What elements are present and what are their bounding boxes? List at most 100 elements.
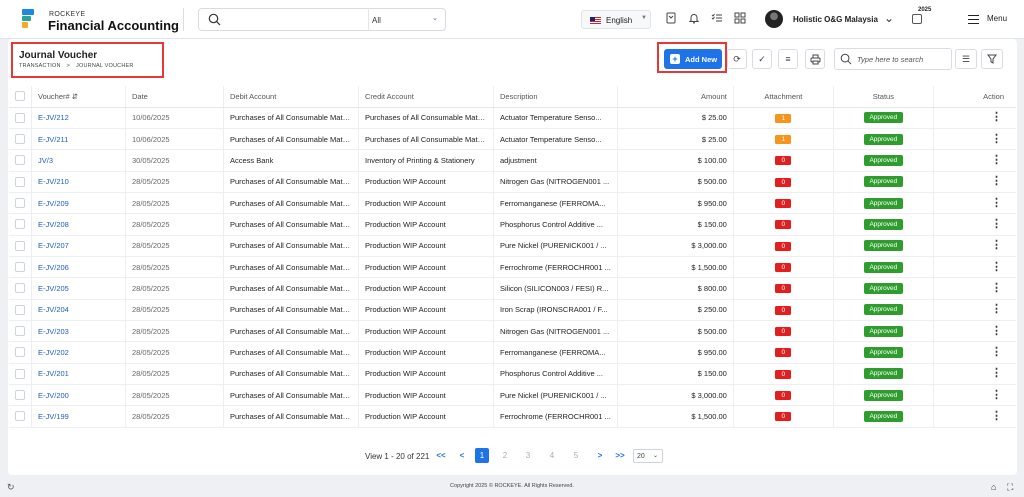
row-checkbox[interactable] — [15, 262, 25, 273]
table-row[interactable]: E-JV/206 28/05/2025 Purchases of All Consu… — [9, 256, 1016, 279]
task-list-icon[interactable] — [710, 12, 724, 26]
header-amount[interactable]: Amount — [617, 86, 734, 108]
search-scope-select[interactable]: All — [372, 16, 381, 25]
table-row[interactable]: E-JV/205 28/05/2025 Purchases of All Consu… — [9, 277, 1016, 300]
last-page-button[interactable]: >> — [613, 448, 627, 463]
header-status[interactable]: Status — [833, 86, 934, 108]
attachment-count-badge[interactable]: 0 — [775, 327, 792, 337]
voucher-number-link[interactable]: E-JV/206 — [31, 256, 126, 279]
voucher-number-link[interactable]: JV/3 — [31, 149, 126, 172]
voucher-number-link[interactable]: E-JV/210 — [31, 171, 126, 193]
voucher-number-link[interactable]: E-JV/200 — [31, 384, 126, 407]
table-row[interactable]: JV/3 30/05/2025 Access Bank Inventory of Pr… — [9, 149, 1016, 172]
avatar[interactable] — [765, 10, 783, 28]
apps-grid-icon[interactable] — [733, 12, 747, 26]
more-options-icon[interactable]: ⋮ — [991, 175, 1002, 187]
chevron-down-icon[interactable]: ⌄ — [432, 14, 438, 22]
next-page-button[interactable]: > — [593, 448, 607, 463]
more-options-icon[interactable]: ⋮ — [991, 261, 1002, 273]
voucher-number-link[interactable]: E-JV/201 — [31, 363, 126, 385]
more-options-icon[interactable]: ⋮ — [991, 303, 1002, 315]
voucher-number-link[interactable]: E-JV/209 — [31, 192, 126, 215]
sort-icon[interactable]: ⇵ — [72, 92, 78, 101]
more-options-icon[interactable]: ⋮ — [991, 367, 1002, 379]
row-checkbox[interactable] — [15, 283, 25, 294]
table-row[interactable]: E-JV/209 28/05/2025 Purchases of All Consu… — [9, 192, 1016, 215]
page-size-select[interactable]: 20 ⌄ — [633, 449, 663, 463]
page-button[interactable]: 3 — [521, 448, 535, 463]
row-checkbox[interactable] — [15, 219, 25, 230]
chevron-down-icon[interactable]: ⌄ — [884, 11, 894, 25]
attachment-count-badge[interactable]: 0 — [775, 284, 792, 294]
page-button[interactable]: 4 — [545, 448, 559, 463]
menu-button[interactable]: Menu — [963, 12, 1023, 28]
print-button[interactable] — [805, 49, 825, 69]
attachment-count-badge[interactable]: 0 — [775, 220, 792, 230]
table-row[interactable]: E-JV/202 28/05/2025 Purchases of All Consu… — [9, 341, 1016, 364]
table-search[interactable] — [834, 48, 952, 70]
filter-button[interactable] — [981, 49, 1003, 69]
page-button[interactable]: 1 — [475, 448, 489, 463]
global-search[interactable]: All ⌄ — [198, 8, 446, 31]
row-checkbox[interactable] — [15, 176, 25, 187]
header-description[interactable]: Description — [493, 86, 618, 108]
attachment-count-badge[interactable]: 0 — [775, 348, 792, 358]
table-search-input[interactable] — [857, 53, 949, 66]
prev-page-button[interactable]: < — [455, 448, 469, 463]
attachment-count-badge[interactable]: 0 — [775, 412, 792, 422]
attachment-count-badge[interactable]: 0 — [775, 263, 792, 273]
more-options-icon[interactable]: ⋮ — [991, 133, 1002, 145]
table-row[interactable]: E-JV/200 28/05/2025 Purchases of All Consu… — [9, 384, 1016, 407]
table-row[interactable]: E-JV/204 28/05/2025 Purchases of All Consu… — [9, 299, 1016, 321]
attachment-count-badge[interactable]: 0 — [775, 241, 792, 251]
filter-settings-button[interactable]: ☰ — [955, 49, 977, 69]
refresh-button[interactable]: ⟳ — [727, 49, 747, 69]
calendar-icon[interactable] — [912, 14, 922, 24]
more-options-icon[interactable]: ⋮ — [991, 389, 1002, 401]
row-checkbox[interactable] — [15, 134, 25, 145]
voucher-number-link[interactable]: E-JV/208 — [31, 213, 126, 236]
attachment-count-badge[interactable]: 0 — [775, 391, 792, 401]
row-checkbox[interactable] — [15, 347, 25, 358]
attachment-count-badge[interactable]: 0 — [775, 177, 792, 187]
row-checkbox[interactable] — [15, 411, 25, 422]
header-voucher[interactable]: Voucher# ⇵ — [31, 86, 126, 108]
table-row[interactable]: E-JV/210 28/05/2025 Purchases of All Consu… — [9, 171, 1016, 193]
voucher-number-link[interactable]: E-JV/203 — [31, 320, 126, 343]
table-row[interactable]: E-JV/207 28/05/2025 Purchases of All Consu… — [9, 235, 1016, 257]
attachment-count-badge[interactable]: 1 — [775, 135, 792, 145]
header-debit-account[interactable]: Debit Account — [223, 86, 359, 108]
attachment-count-badge[interactable]: 0 — [775, 156, 792, 166]
row-checkbox[interactable] — [15, 326, 25, 337]
breadcrumb-item[interactable]: TRANSACTION — [19, 63, 61, 69]
table-row[interactable]: E-JV/211 10/06/2025 Purchases of All Consu… — [9, 128, 1016, 151]
row-checkbox[interactable] — [15, 112, 25, 123]
row-checkbox[interactable] — [15, 390, 25, 401]
home-icon[interactable]: ⌂ — [991, 482, 996, 492]
more-options-icon[interactable]: ⋮ — [991, 218, 1002, 230]
table-row[interactable]: E-JV/201 28/05/2025 Purchases of All Consu… — [9, 363, 1016, 385]
table-row[interactable]: E-JV/199 28/05/2025 Purchases of All Consu… — [9, 405, 1016, 428]
voucher-number-link[interactable]: E-JV/199 — [31, 405, 126, 428]
voucher-number-link[interactable]: E-JV/207 — [31, 235, 126, 257]
rockeye-logo[interactable] — [22, 9, 36, 29]
table-row[interactable]: E-JV/212 10/06/2025 Purchases of All Consu… — [9, 107, 1016, 129]
first-page-button[interactable]: << — [434, 448, 448, 463]
voucher-number-link[interactable]: E-JV/211 — [31, 128, 126, 151]
more-options-icon[interactable]: ⋮ — [991, 239, 1002, 251]
page-button[interactable]: 5 — [569, 448, 583, 463]
more-options-icon[interactable]: ⋮ — [991, 111, 1002, 123]
add-new-button[interactable]: + Add New — [664, 49, 722, 69]
table-row[interactable]: E-JV/208 28/05/2025 Purchases of All Consu… — [9, 213, 1016, 236]
columns-button[interactable]: ≡ — [778, 49, 798, 69]
table-row[interactable]: E-JV/203 28/05/2025 Purchases of All Consu… — [9, 320, 1016, 343]
attachment-count-badge[interactable]: 0 — [775, 305, 792, 315]
attachment-count-badge[interactable]: 0 — [775, 199, 792, 209]
attachment-count-badge[interactable]: 0 — [775, 369, 792, 379]
language-select[interactable]: English ▼ — [581, 10, 651, 29]
more-options-icon[interactable]: ⋮ — [991, 282, 1002, 294]
header-date[interactable]: Date — [125, 86, 224, 108]
row-checkbox[interactable] — [15, 368, 25, 379]
header-credit-account[interactable]: Credit Account — [358, 86, 494, 108]
more-options-icon[interactable]: ⋮ — [991, 325, 1002, 337]
